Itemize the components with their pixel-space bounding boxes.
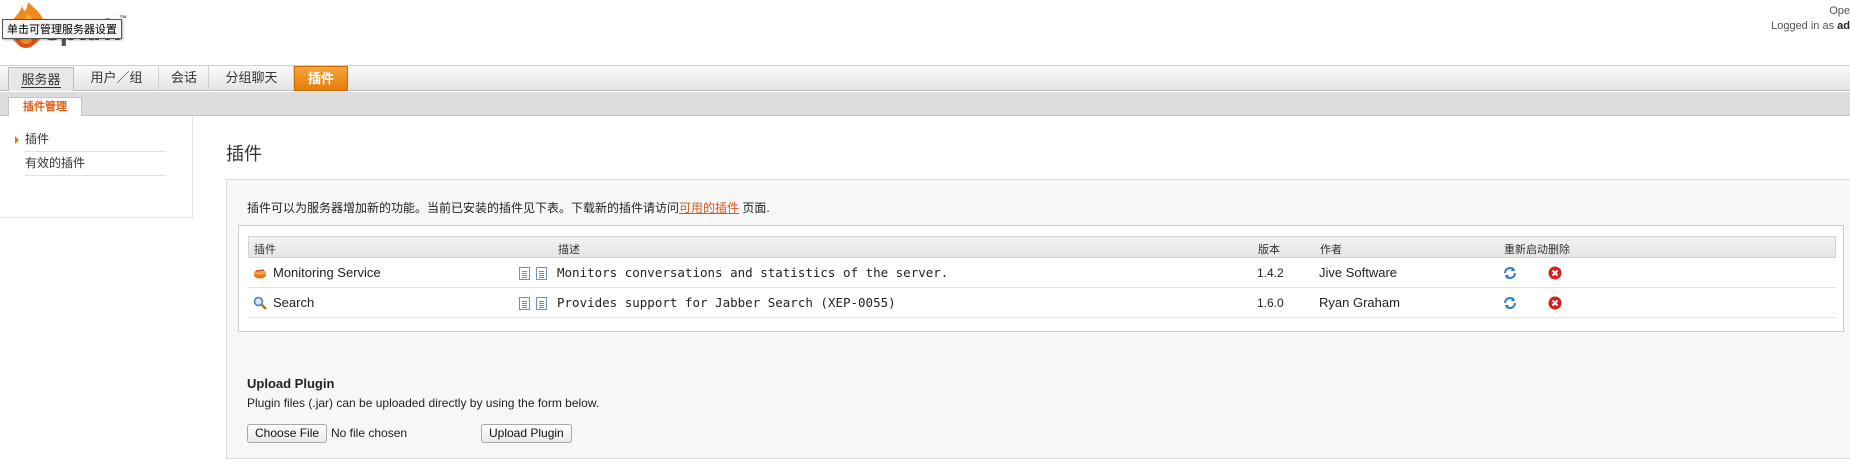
subtab-plugin-admin[interactable]: 插件管理 xyxy=(8,97,82,117)
active-arrow-icon xyxy=(15,136,19,144)
sub-tabs: 插件管理 xyxy=(0,92,1850,117)
plugin-version: 1.6.0 xyxy=(1257,296,1284,310)
intro-text: 插件可以为服务器增加新的功能。当前已安装的插件见下表。下载新的插件请访问可用的插… xyxy=(247,201,770,215)
plugin-name: Search xyxy=(273,295,315,310)
plugin-description: Monitors conversations and statistics of… xyxy=(557,265,949,280)
readme-icon[interactable] xyxy=(519,297,530,310)
table-header: 插件 描述 版本 作者 重新启动 删除 xyxy=(248,236,1836,258)
table-row: Search Provides support for Jabber Searc… xyxy=(248,288,1836,318)
plugin-author: Jive Software xyxy=(1319,265,1398,280)
upload-plugin-button[interactable]: Upload Plugin xyxy=(481,424,572,443)
main-tabs: 服务器 用户／组 会话 分组聊天 插件 xyxy=(0,65,1850,91)
header-status-line2: Logged in as ad xyxy=(1771,20,1850,32)
plugin-description: Provides support for Jabber Search (XEP-… xyxy=(557,295,896,310)
header: spark™ 单击可管理服务器设置 Ope Logged in as ad xyxy=(0,0,1850,66)
th-delete: 删除 xyxy=(1548,244,1570,256)
th-version: 版本 xyxy=(1258,244,1280,256)
table-row: Monitoring Service Monitors conversation… xyxy=(248,258,1836,288)
th-description: 描述 xyxy=(558,244,580,256)
plugin-version: 1.4.2 xyxy=(1257,266,1284,280)
no-file-chosen: No file chosen xyxy=(331,426,408,440)
upload-description: Plugin files (.jar) can be uploaded dire… xyxy=(247,396,600,410)
upload-title: Upload Plugin xyxy=(247,376,335,391)
th-plugin: 插件 xyxy=(254,244,276,256)
th-restart: 重新启动 xyxy=(1504,244,1548,256)
reload-icon[interactable] xyxy=(1503,296,1517,310)
main-content: 插件 插件可以为服务器增加新的功能。当前已安装的插件见下表。下载新的插件请访问可… xyxy=(194,116,1850,466)
header-status-line1: Ope xyxy=(1829,5,1850,17)
changelog-icon[interactable] xyxy=(536,297,547,310)
plugins-panel: 插件可以为服务器增加新的功能。当前已安装的插件见下表。下载新的插件请访问可用的插… xyxy=(226,179,1850,459)
tooltip: 单击可管理服务器设置 xyxy=(2,19,122,39)
sidebar-spacer xyxy=(0,218,193,466)
tab-group-chat[interactable]: 分组聊天 xyxy=(210,66,294,91)
plugin-author: Ryan Graham xyxy=(1319,295,1400,310)
reload-icon[interactable] xyxy=(1503,266,1517,280)
plugin-name: Monitoring Service xyxy=(273,265,381,280)
tab-sessions[interactable]: 会话 xyxy=(160,66,209,91)
logged-in-user[interactable]: ad xyxy=(1837,20,1850,32)
header-status: Ope Logged in as ad xyxy=(1771,4,1850,34)
tab-plugins[interactable]: 插件 xyxy=(294,66,348,91)
changelog-icon[interactable] xyxy=(536,267,547,280)
magnifier-icon xyxy=(253,296,267,310)
available-plugins-link[interactable]: 可用的插件 xyxy=(679,201,739,215)
readme-icon[interactable] xyxy=(519,267,530,280)
sidebar-item-plugins[interactable]: 插件 xyxy=(25,128,166,152)
plugins-table: 插件 描述 版本 作者 重新启动 删除 Monitoring Service M… xyxy=(248,236,1836,318)
th-author: 作者 xyxy=(1320,244,1342,256)
tab-users-groups[interactable]: 用户／组 xyxy=(75,66,159,91)
plugins-table-wrap: 插件 描述 版本 作者 重新启动 删除 Monitoring Service M… xyxy=(238,225,1844,332)
tab-server[interactable]: 服务器 xyxy=(8,67,74,91)
monitoring-icon xyxy=(254,269,266,279)
choose-file-button[interactable]: Choose File xyxy=(247,424,328,443)
sidebar: 插件 有效的插件 xyxy=(0,116,193,218)
page-title: 插件 xyxy=(226,144,262,164)
sidebar-item-available-plugins[interactable]: 有效的插件 xyxy=(25,152,166,176)
delete-icon[interactable] xyxy=(1548,296,1562,310)
delete-icon[interactable] xyxy=(1548,266,1562,280)
